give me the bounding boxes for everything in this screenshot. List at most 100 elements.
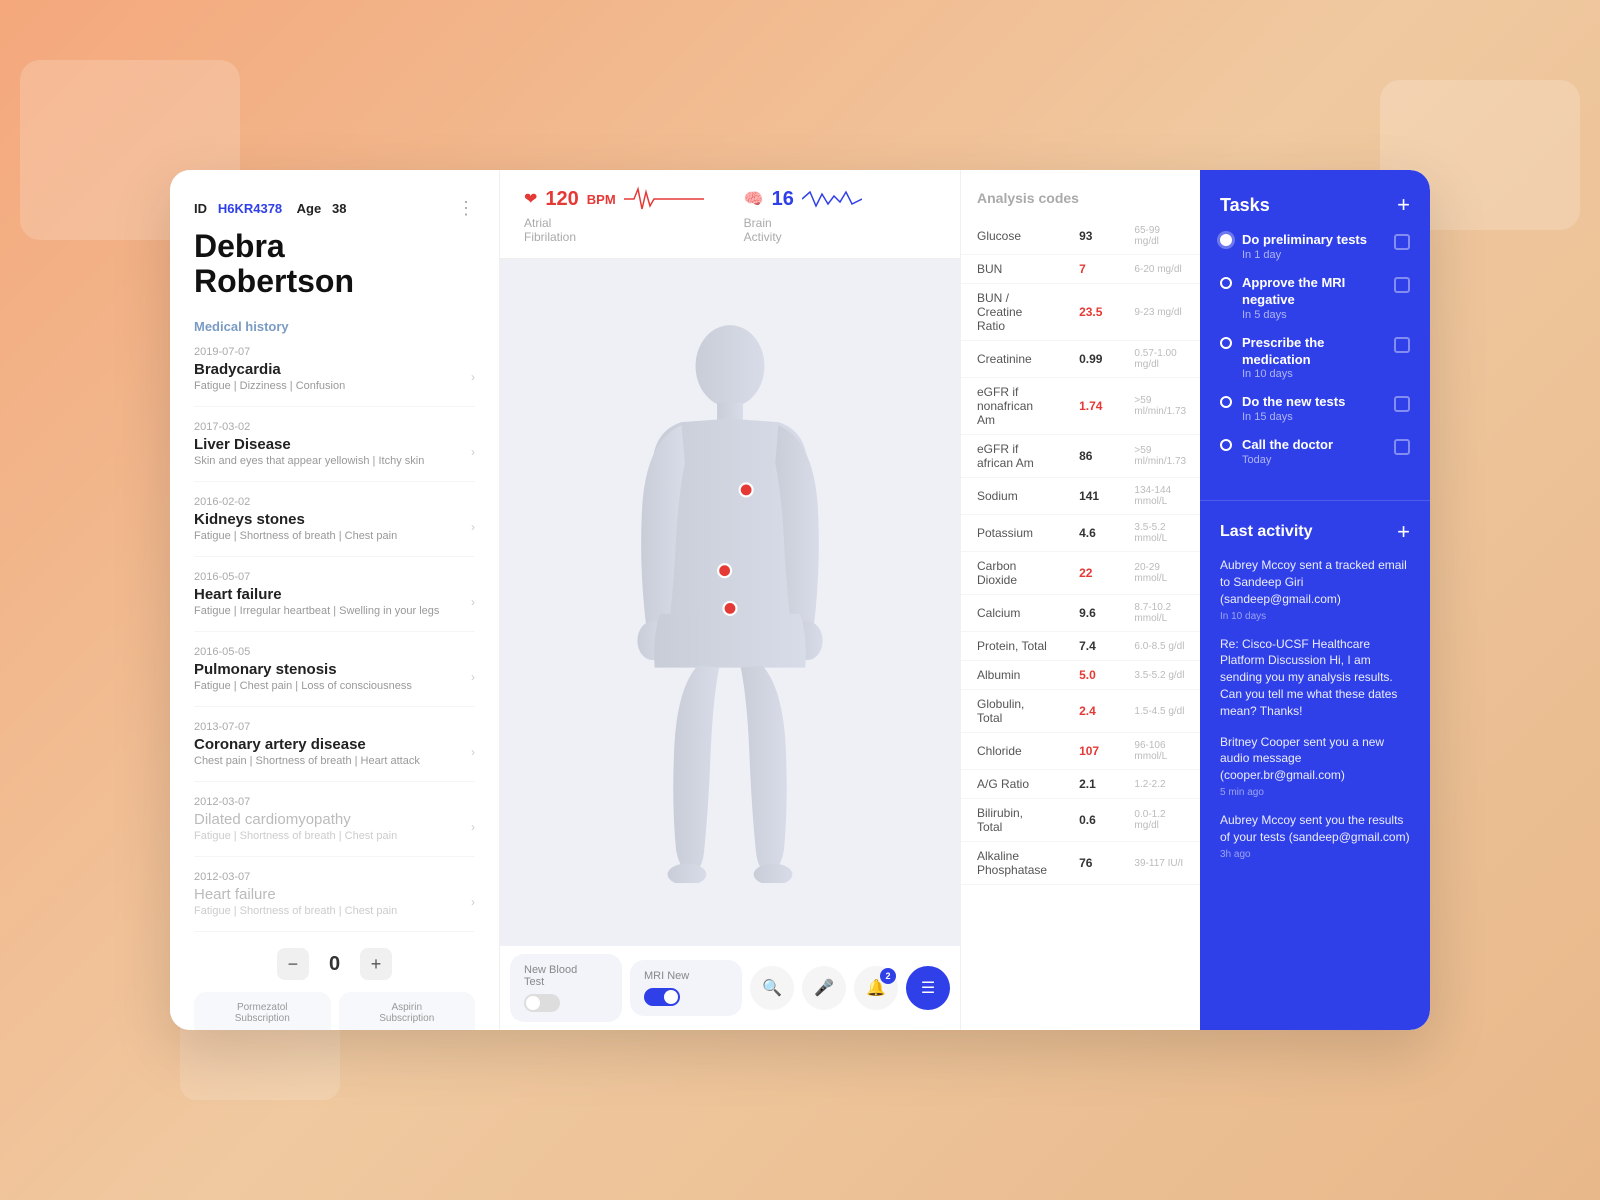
analysis-value: 22 <box>1063 552 1118 595</box>
stepper-minus[interactable]: − <box>277 948 309 980</box>
analysis-value: 86 <box>1063 435 1118 478</box>
more-options-icon[interactable]: ⋮ <box>457 198 475 219</box>
sub-mri-label: MRI New <box>644 970 689 982</box>
history-date: 2019-07-07 <box>194 346 475 358</box>
analysis-row: Glucose 93 65-99 mg/dl <box>961 218 1200 255</box>
history-date: 2016-02-02 <box>194 496 475 508</box>
analysis-range: >59 ml/min/1.73 <box>1118 435 1200 478</box>
analysis-range: 65-99 mg/dl <box>1118 218 1200 255</box>
brain-value: 16 <box>772 188 794 211</box>
task-name: Prescribe the medication <box>1242 335 1384 369</box>
search-button[interactable]: 🔍 <box>750 966 794 1010</box>
chevron-icon: › <box>471 895 475 909</box>
activity-text: Britney Cooper sent you a new audio mess… <box>1220 734 1410 784</box>
history-item[interactable]: 2012-03-07 Heart failure Fatigue | Short… <box>194 871 475 932</box>
history-item[interactable]: 2016-05-05 Pulmonary stenosis Fatigue | … <box>194 646 475 707</box>
activity-item: Britney Cooper sent you a new audio mess… <box>1220 734 1410 798</box>
analysis-range: 9-23 mg/dl <box>1118 284 1200 341</box>
history-date: 2013-07-07 <box>194 721 475 733</box>
history-symptoms: Fatigue | Dizziness | Confusion <box>194 380 345 392</box>
stepper-value: 0 <box>329 953 340 976</box>
sub-new-blood-label: New BloodTest <box>524 964 577 988</box>
body-model <box>590 323 870 883</box>
analysis-value: 23.5 <box>1063 284 1118 341</box>
history-name: Heart failure <box>194 886 397 903</box>
task-item[interactable]: Do the new tests In 15 days <box>1220 394 1410 423</box>
patient-id-row: ID H6KR4378 Age 38 ⋮ <box>194 198 475 219</box>
body-container <box>500 259 960 946</box>
analysis-value: 1.74 <box>1063 378 1118 435</box>
analysis-name: Chloride <box>961 733 1063 770</box>
task-checkbox[interactable] <box>1394 234 1410 250</box>
history-item[interactable]: 2013-07-07 Coronary artery disease Chest… <box>194 721 475 782</box>
activity-add-button[interactable]: + <box>1397 521 1410 543</box>
task-item[interactable]: Prescribe the medication In 10 days <box>1220 335 1410 381</box>
analysis-name: Carbon Dioxide <box>961 552 1063 595</box>
history-date: 2012-03-07 <box>194 871 475 883</box>
middle-panel: ❤ 120 BPM AtrialFibrilation 🧠 16 <box>500 170 960 1030</box>
analysis-name: Protein, Total <box>961 632 1063 661</box>
analysis-range: 20-29 mmol/L <box>1118 552 1200 595</box>
brain-label: BrainActivity <box>744 216 862 244</box>
right-panel: Tasks + Do preliminary tests In 1 day Ap… <box>1200 170 1430 1030</box>
brain-icon: 🧠 <box>744 189 764 209</box>
task-indicator <box>1220 337 1232 349</box>
task-indicator <box>1220 234 1232 246</box>
task-checkbox[interactable] <box>1394 439 1410 455</box>
task-checkbox[interactable] <box>1394 277 1410 293</box>
task-due: Today <box>1242 454 1384 466</box>
analysis-row: Creatinine 0.99 0.57-1.00 mg/dl <box>961 341 1200 378</box>
analysis-name: Creatinine <box>961 341 1063 378</box>
history-symptoms: Fatigue | Irregular heartbeat | Swelling… <box>194 605 439 617</box>
history-list: 2019-07-07 Bradycardia Fatigue | Dizzine… <box>194 346 475 932</box>
menu-button[interactable]: ☰ <box>906 966 950 1010</box>
brain-activity-item: 🧠 16 BrainActivity <box>744 184 862 244</box>
tasks-add-button[interactable]: + <box>1397 194 1410 216</box>
mic-button[interactable]: 🎤 <box>802 966 846 1010</box>
analysis-range: 1.5-4.5 g/dl <box>1118 690 1200 733</box>
sub-new-blood-toggle[interactable] <box>524 994 560 1012</box>
history-symptoms: Fatigue | Shortness of breath | Chest pa… <box>194 830 397 842</box>
history-item[interactable]: 2017-03-02 Liver Disease Skin and eyes t… <box>194 421 475 482</box>
history-date: 2016-05-05 <box>194 646 475 658</box>
task-name: Approve the MRI negative <box>1242 275 1384 309</box>
history-symptoms: Fatigue | Shortness of breath | Chest pa… <box>194 530 397 542</box>
task-checkbox[interactable] <box>1394 396 1410 412</box>
task-due: In 5 days <box>1242 309 1384 321</box>
analysis-value: 7.4 <box>1063 632 1118 661</box>
analysis-name: Bilirubin, Total <box>961 799 1063 842</box>
subscriptions-grid: PormezatolSubscription 0 AspirinSubscrip… <box>194 992 475 1030</box>
sub-card-aspirin: AspirinSubscription 0 <box>339 992 476 1030</box>
history-name: Coronary artery disease <box>194 736 420 753</box>
analysis-value: 7 <box>1063 255 1118 284</box>
chevron-icon: › <box>471 595 475 609</box>
analysis-name: A/G Ratio <box>961 770 1063 799</box>
task-due: In 1 day <box>1242 249 1384 261</box>
stepper-plus[interactable]: + <box>360 948 392 980</box>
chevron-icon: › <box>471 370 475 384</box>
analysis-name: Alkaline Phosphatase <box>961 842 1063 885</box>
bell-button[interactable]: 🔔 2 <box>854 966 898 1010</box>
analysis-range: 8.7-10.2 mmol/L <box>1118 595 1200 632</box>
analysis-row: Albumin 5.0 3.5-5.2 g/dl <box>961 661 1200 690</box>
sub-aspirin-label: AspirinSubscription <box>351 1002 464 1024</box>
task-item[interactable]: Call the doctor Today <box>1220 437 1410 466</box>
history-item[interactable]: 2019-07-07 Bradycardia Fatigue | Dizzine… <box>194 346 475 407</box>
medical-history-title: Medical history <box>194 319 475 334</box>
history-symptoms: Fatigue | Chest pain | Loss of conscious… <box>194 680 412 692</box>
activity-text: Aubrey Mccoy sent you the results of you… <box>1220 812 1410 846</box>
history-name: Heart failure <box>194 586 439 603</box>
history-item[interactable]: 2016-02-02 Kidneys stones Fatigue | Shor… <box>194 496 475 557</box>
analysis-name: eGFR if african Am <box>961 435 1063 478</box>
activity-header: Last activity + <box>1220 521 1410 543</box>
task-item[interactable]: Do preliminary tests In 1 day <box>1220 232 1410 261</box>
tasks-list: Do preliminary tests In 1 day Approve th… <box>1220 232 1410 466</box>
sub-mri-toggle[interactable] <box>644 988 680 1006</box>
history-item[interactable]: 2016-05-07 Heart failure Fatigue | Irreg… <box>194 571 475 632</box>
analysis-row: Carbon Dioxide 22 20-29 mmol/L <box>961 552 1200 595</box>
sub-pormezatol-label: PormezatolSubscription <box>206 1002 319 1024</box>
activity-item: Aubrey Mccoy sent you the results of you… <box>1220 812 1410 860</box>
task-checkbox[interactable] <box>1394 337 1410 353</box>
history-item[interactable]: 2012-03-07 Dilated cardiomyopathy Fatigu… <box>194 796 475 857</box>
task-item[interactable]: Approve the MRI negative In 5 days <box>1220 275 1410 321</box>
